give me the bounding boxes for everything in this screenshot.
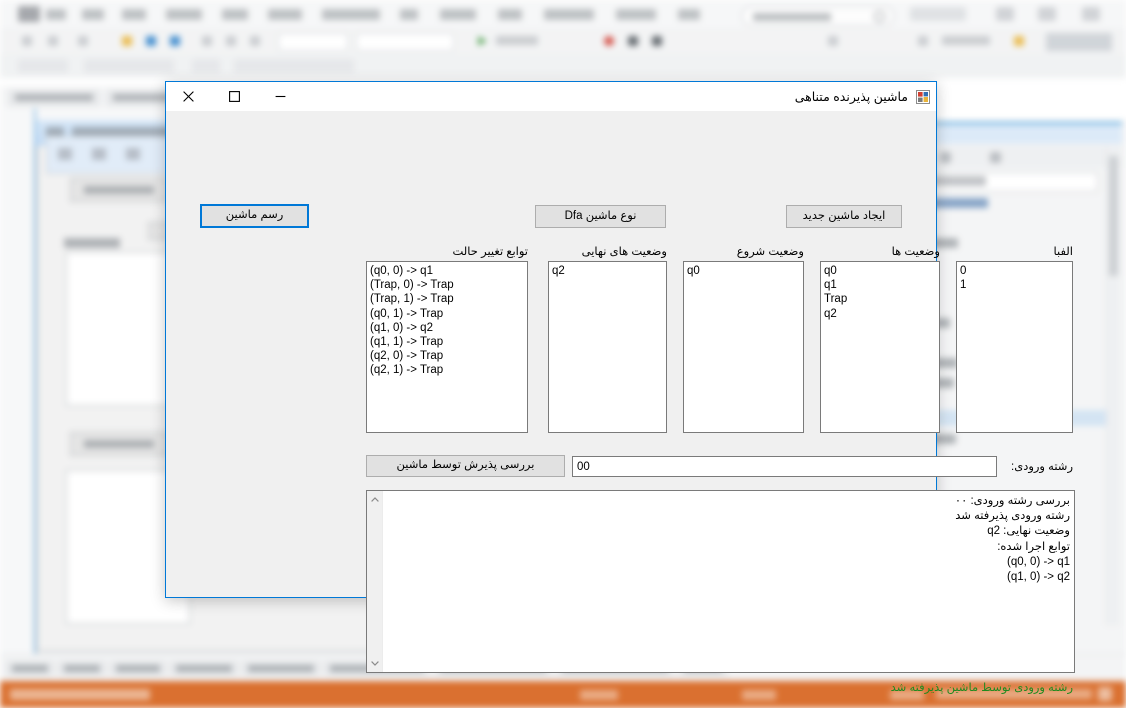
draw-machine-button[interactable]: رسم ماشین [200, 204, 309, 228]
output-textbox[interactable]: بررسی رشته ورودی: ۰۰ رشته ورودی پذیرفته ش… [366, 490, 1075, 673]
dialog-close-button[interactable] [166, 82, 210, 111]
list-item[interactable]: q0 [687, 264, 803, 278]
list-item[interactable]: q2 [824, 307, 939, 321]
list-item[interactable]: Trap [824, 292, 939, 306]
label-final-states: وضعیت های نهایی [581, 246, 667, 258]
list-item[interactable]: q1 [824, 278, 939, 292]
list-item[interactable]: (Trap, 0) -> Trap [370, 278, 527, 292]
input-string-field[interactable] [572, 456, 997, 477]
list-item[interactable]: 0 [960, 264, 1072, 278]
output-line: بررسی رشته ورودی: ۰۰ [954, 495, 1070, 507]
new-machine-button[interactable]: ایجاد ماشین جدید [786, 205, 902, 228]
output-line: توابع اجرا شده: [997, 540, 1070, 553]
list-item[interactable]: (q0, 0) -> q1 [370, 264, 527, 278]
label-alphabet: الفبا [1053, 246, 1074, 258]
output-line: وضعیت نهایی: q2 [987, 525, 1070, 538]
start-state-listbox[interactable]: q0 [683, 261, 804, 433]
list-item[interactable]: (q2, 1) -> Trap [370, 363, 527, 377]
transitions-listbox[interactable]: (q0, 0) -> q1 (Trap, 0) -> Trap (Trap, 1) … [366, 261, 528, 433]
list-item[interactable]: (q1, 1) -> Trap [370, 335, 527, 349]
dialog-minimize-button[interactable] [258, 82, 302, 111]
output-line: (q1, 0) -> q2 [1007, 571, 1070, 584]
list-item[interactable]: 1 [960, 278, 1072, 292]
output-content: بررسی رشته ورودی: ۰۰ رشته ورودی پذیرفته ش… [380, 494, 1070, 585]
label-transitions: توابع تغییر حالت [452, 246, 529, 258]
list-item[interactable]: (Trap, 1) -> Trap [370, 292, 527, 306]
dialog-title-bar[interactable]: ماشین پذیرنده متناهی [166, 82, 936, 111]
output-line: رشته ورودی پذیرفته شد [955, 510, 1070, 523]
alphabet-listbox[interactable]: 01 [956, 261, 1073, 433]
label-input-string: رشته ورودی: [1011, 461, 1073, 473]
status-message: رشته ورودی توسط ماشین پذیرفته شد [890, 682, 1073, 694]
list-item[interactable]: q0 [824, 264, 939, 278]
list-item[interactable]: q2 [552, 264, 666, 278]
states-listbox[interactable]: q0 q1 Trap q2 [820, 261, 940, 433]
form-designer-icon [916, 90, 930, 104]
label-start-state: وضعیت شروع [736, 246, 804, 258]
list-item[interactable]: (q2, 0) -> Trap [370, 349, 527, 363]
list-item[interactable]: (q1, 0) -> q2 [370, 321, 527, 335]
output-line: (q0, 0) -> q1 [1007, 555, 1070, 568]
finite-automaton-dialog: ماشین پذیرنده متناهی رسم ماشین نوع ماشین… [165, 81, 1075, 694]
list-item[interactable]: (q0, 1) -> Trap [370, 307, 527, 321]
label-states: وضعیت ها [891, 246, 940, 258]
check-acceptance-button[interactable]: بررسی پذیرش توسط ماشین [366, 455, 565, 477]
chevron-down-icon[interactable] [367, 655, 383, 672]
machine-type-button[interactable]: نوع ماشین Dfa [535, 205, 666, 228]
dialog-title: ماشین پذیرنده متناهی [794, 90, 908, 104]
dialog-body: رسم ماشین نوع ماشین Dfa ایجاد ماشین جدید… [166, 111, 1075, 694]
dialog-maximize-button[interactable] [212, 82, 256, 111]
final-states-listbox[interactable]: q2 [548, 261, 667, 433]
